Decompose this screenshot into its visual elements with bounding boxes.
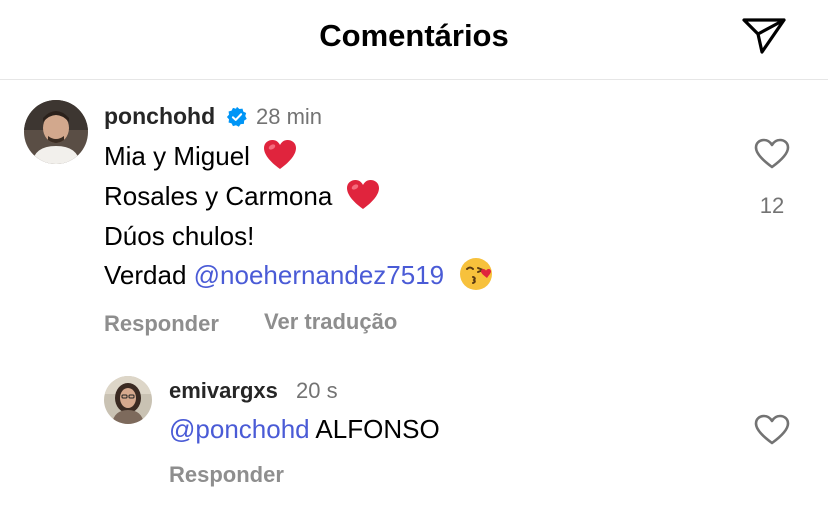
verified-badge-icon <box>226 106 247 127</box>
comment-text-line: Mia y Miguel <box>104 140 297 172</box>
red-heart-emoji-icon <box>346 180 379 210</box>
comment-text-line: Dúos chulos! <box>104 221 254 252</box>
comment-text: Dúos chulos! <box>104 221 255 251</box>
comment-username[interactable]: ponchohd <box>104 103 215 130</box>
mention-link[interactable]: @noehernandez7519 <box>194 260 445 290</box>
reply-button[interactable]: Responder <box>169 462 284 488</box>
mention-link[interactable]: @ponchohd <box>169 414 310 444</box>
share-button[interactable] <box>738 12 790 60</box>
avatar[interactable] <box>104 376 152 424</box>
comment-timestamp: 20 s <box>296 378 338 403</box>
comments-sheet: Comentários ponchohd 28 min Mia y Miguel <box>0 0 828 520</box>
reply-button[interactable]: Responder <box>104 311 219 337</box>
like-button[interactable] <box>754 414 790 446</box>
translate-button[interactable]: Ver tradução <box>264 309 397 335</box>
red-heart-emoji-icon <box>264 140 297 170</box>
comment-text: Rosales y Carmona <box>104 181 333 211</box>
face-blowing-kiss-emoji-icon <box>460 258 493 291</box>
paper-plane-icon <box>742 18 786 54</box>
comments-header: Comentários <box>0 0 828 80</box>
comment-username[interactable]: emivargxs <box>169 378 278 404</box>
comment-text-line: Rosales y Carmona <box>104 180 380 212</box>
comment-text: Verdad <box>104 260 194 290</box>
like-button[interactable] <box>754 138 790 170</box>
comment-text: Mia y Miguel <box>104 141 250 171</box>
comment-text-line: Verdad @noehernandez7519 <box>104 258 495 292</box>
comment-text: ALFONSO <box>309 414 440 444</box>
like-count: 12 <box>759 193 785 218</box>
comment-timestamp: 28 min <box>256 104 323 129</box>
comment-text-line: @ponchohd ALFONSO <box>169 414 440 445</box>
heart-outline-icon <box>754 138 790 169</box>
heart-outline-icon <box>754 414 790 445</box>
avatar[interactable] <box>24 100 88 164</box>
page-title: Comentários <box>319 18 509 53</box>
